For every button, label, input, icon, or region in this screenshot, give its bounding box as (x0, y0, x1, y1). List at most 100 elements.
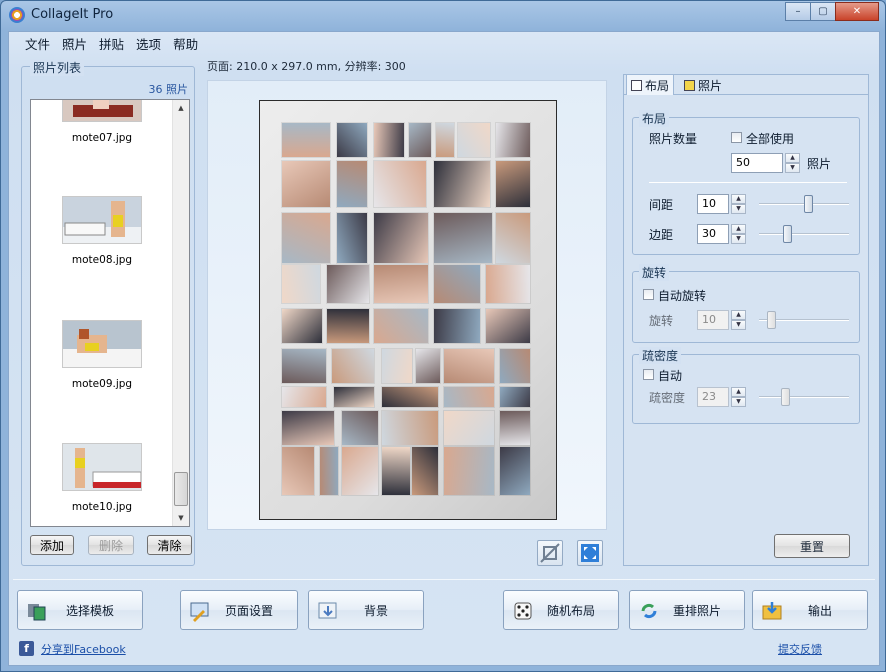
use-all-checkbox[interactable] (731, 132, 742, 143)
list-item[interactable]: mote09.jpg (31, 320, 173, 390)
density-slider-track[interactable] (759, 396, 849, 398)
collage-photo[interactable] (282, 213, 330, 263)
density-stepper[interactable]: ▲ ▼ (731, 387, 746, 407)
collage-photo[interactable] (374, 161, 426, 207)
collage-photo[interactable] (282, 349, 326, 383)
collage-photo[interactable] (342, 447, 378, 495)
density-input[interactable]: 23 (697, 387, 729, 407)
collage-photo[interactable] (409, 123, 431, 157)
tab-layout[interactable]: 布局 (626, 74, 675, 95)
maximize-button[interactable]: ▢ (810, 2, 836, 21)
collage-photo[interactable] (436, 123, 454, 157)
clear-photos-button[interactable]: 清除 (147, 535, 192, 555)
collage-photo[interactable] (416, 349, 440, 383)
collage-photo[interactable] (282, 265, 320, 303)
collage-photo[interactable] (434, 213, 492, 263)
collage-photo[interactable] (496, 213, 530, 263)
collage-photo[interactable] (374, 213, 428, 263)
collage-photo[interactable] (382, 411, 438, 445)
rotation-input[interactable]: 10 (697, 310, 729, 330)
collage-photo[interactable] (382, 447, 410, 495)
select-template-button[interactable]: 选择模板 (17, 590, 143, 630)
page-setup-button[interactable]: 页面设置 (180, 590, 298, 630)
margin-stepper[interactable]: ▲ ▼ (731, 224, 746, 244)
share-facebook-link[interactable]: 分享到Facebook (41, 641, 126, 657)
photo-count-input[interactable]: 50 (731, 153, 783, 173)
collage-photo[interactable] (337, 213, 367, 263)
auto-rotate-checkbox[interactable] (643, 289, 654, 300)
collage-photo[interactable] (434, 161, 490, 207)
reset-button[interactable]: 重置 (774, 534, 850, 558)
collage-photo[interactable] (500, 447, 530, 495)
export-button[interactable]: 输出 (752, 590, 868, 630)
menu-file[interactable]: 文件 (19, 34, 56, 53)
collage-photo[interactable] (282, 411, 334, 445)
collage-photo[interactable] (342, 411, 378, 445)
collage-photo[interactable] (327, 309, 369, 343)
collage-photo[interactable] (282, 447, 314, 495)
collage-photo[interactable] (444, 447, 494, 495)
collage-photo[interactable] (337, 161, 367, 207)
auto-density-checkbox[interactable] (643, 369, 654, 380)
photo-list[interactable]: mote07.jpg mote08.jpg mote09.jpg mote10.… (30, 99, 190, 527)
collage-photo[interactable] (382, 387, 438, 407)
collage-photo[interactable] (458, 123, 490, 157)
menu-options[interactable]: 选项 (130, 34, 167, 53)
collage-photo[interactable] (334, 387, 374, 407)
fit-page-icon[interactable] (577, 540, 603, 566)
list-item[interactable]: mote10.jpg (31, 443, 173, 513)
menu-photos[interactable]: 照片 (56, 34, 93, 53)
collage-photo[interactable] (332, 349, 374, 383)
background-button[interactable]: 背景 (308, 590, 424, 630)
collage-photo[interactable] (486, 265, 530, 303)
collage-photo[interactable] (500, 387, 530, 407)
collage-photo[interactable] (500, 411, 530, 445)
collage-photo[interactable] (327, 265, 369, 303)
collage-photo[interactable] (382, 349, 412, 383)
random-layout-button[interactable]: 随机布局 (503, 590, 619, 630)
collage-photo[interactable] (282, 309, 322, 343)
collage-photo[interactable] (486, 309, 530, 343)
collage-photo[interactable] (412, 447, 438, 495)
collage-photo[interactable] (320, 447, 338, 495)
feedback-link[interactable]: 提交反馈 (778, 641, 822, 657)
collage-photo[interactable] (444, 411, 494, 445)
collage-photo[interactable] (374, 265, 428, 303)
collage-photo[interactable] (374, 309, 428, 343)
collage-photo[interactable] (496, 123, 530, 157)
margin-slider-thumb[interactable] (783, 225, 793, 243)
photo-count-stepper[interactable]: ▲ ▼ (785, 153, 800, 173)
rotation-stepper[interactable]: ▲ ▼ (731, 310, 746, 330)
margin-input[interactable]: 30 (697, 224, 729, 244)
list-item[interactable]: mote08.jpg (31, 196, 173, 266)
minimize-button[interactable]: – (785, 2, 811, 21)
spacing-input[interactable]: 10 (697, 194, 729, 214)
collage-photo[interactable] (496, 161, 530, 207)
collage-photo[interactable] (444, 349, 494, 383)
menu-help[interactable]: 帮助 (167, 34, 204, 53)
collage-photo[interactable] (434, 309, 480, 343)
spacing-stepper[interactable]: ▲ ▼ (731, 194, 746, 214)
delete-photo-button[interactable]: 删除 (88, 535, 134, 555)
collage-photo[interactable] (434, 265, 480, 303)
close-button[interactable]: ✕ (835, 2, 879, 21)
facebook-icon[interactable]: f (19, 641, 34, 656)
list-scrollbar[interactable]: ▲ ▼ (172, 100, 189, 526)
scroll-up-icon[interactable]: ▲ (173, 100, 189, 116)
collage-photo[interactable] (282, 387, 326, 407)
title-bar[interactable]: CollageIt Pro – ▢ ✕ (1, 1, 885, 31)
density-slider-thumb[interactable] (780, 388, 790, 406)
tab-photos[interactable]: 照片 (680, 75, 726, 95)
menu-collage[interactable]: 拼贴 (93, 34, 130, 53)
collage-photo[interactable] (444, 387, 494, 407)
collage-page[interactable] (259, 100, 557, 520)
rotation-slider-thumb[interactable] (767, 311, 777, 329)
margin-slider-track[interactable] (759, 233, 849, 235)
collage-photo[interactable] (282, 161, 330, 207)
list-item[interactable]: mote07.jpg (31, 100, 173, 144)
spacing-slider-thumb[interactable] (803, 195, 813, 213)
scroll-thumb[interactable] (174, 472, 188, 506)
shuffle-photos-button[interactable]: 重排照片 (629, 590, 745, 630)
add-photo-button[interactable]: 添加 (30, 535, 74, 555)
scroll-down-icon[interactable]: ▼ (173, 510, 189, 526)
